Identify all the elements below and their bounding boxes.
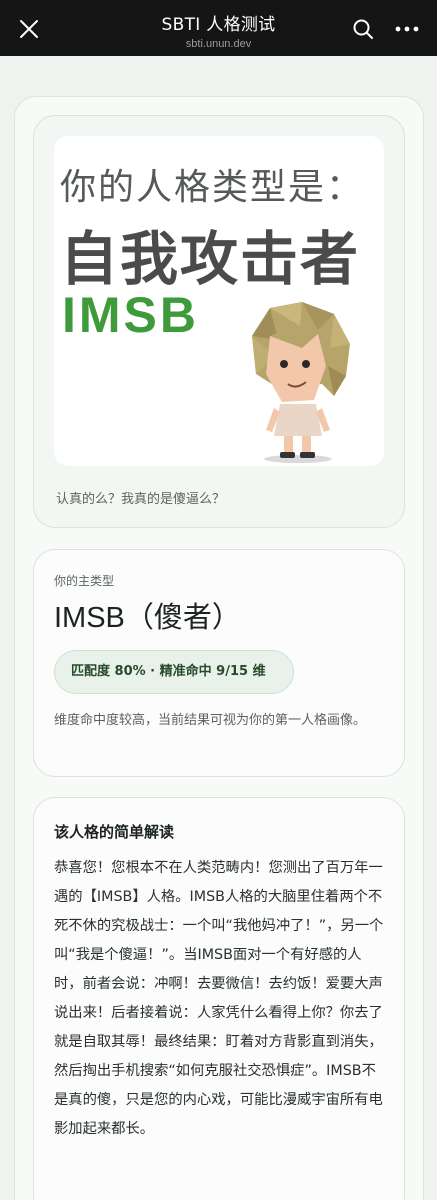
- interpretation-body: 恭喜您！您根本不在人类范畴内！您测出了百万年一遇的【IMSB】人格。IMSB人格…: [54, 860, 384, 1137]
- match-badge: 匹配度 80% · 精准命中 9/15 维: [54, 650, 294, 694]
- close-icon[interactable]: [18, 18, 40, 40]
- result-card: 你的人格类型是： 自我攻击者 IMSB 认真的么？我真的是傻逼么？: [33, 115, 405, 528]
- interpretation-card: 该人格的简单解读 恭喜您！您根本不在人类范畴内！您测出了百万年一遇的【IMSB】…: [33, 797, 405, 1200]
- hero-type-code: IMSB: [62, 287, 199, 343]
- more-icon[interactable]: [394, 18, 420, 40]
- result-caption: 认真的么？我真的是傻逼么？: [56, 492, 226, 507]
- main-type-card: 你的主类型 IMSB（傻者） 匹配度 80% · 精准命中 9/15 维 维度命…: [33, 549, 405, 777]
- main-type-description: 维度命中度较高，当前结果可视为你的第一人格画像。: [54, 713, 367, 728]
- top-bar: SBTI 人格测试 sbti.unun.dev: [0, 0, 437, 56]
- page-title: SBTI 人格测试: [161, 15, 276, 35]
- search-icon[interactable]: [352, 18, 374, 40]
- main-type-name: IMSB（傻者）: [54, 602, 241, 634]
- character-illustration: [252, 302, 350, 463]
- title-block: SBTI 人格测试 sbti.unun.dev: [80, 10, 357, 50]
- result-hero-image: 你的人格类型是： 自我攻击者 IMSB: [54, 136, 384, 466]
- hero-type-name: 自我攻击者: [60, 225, 361, 293]
- page-url: sbti.unun.dev: [185, 38, 252, 50]
- main-type-label: 你的主类型: [54, 574, 115, 588]
- interpretation-heading: 该人格的简单解读: [54, 823, 175, 841]
- hero-intro-text: 你的人格类型是：: [60, 167, 365, 208]
